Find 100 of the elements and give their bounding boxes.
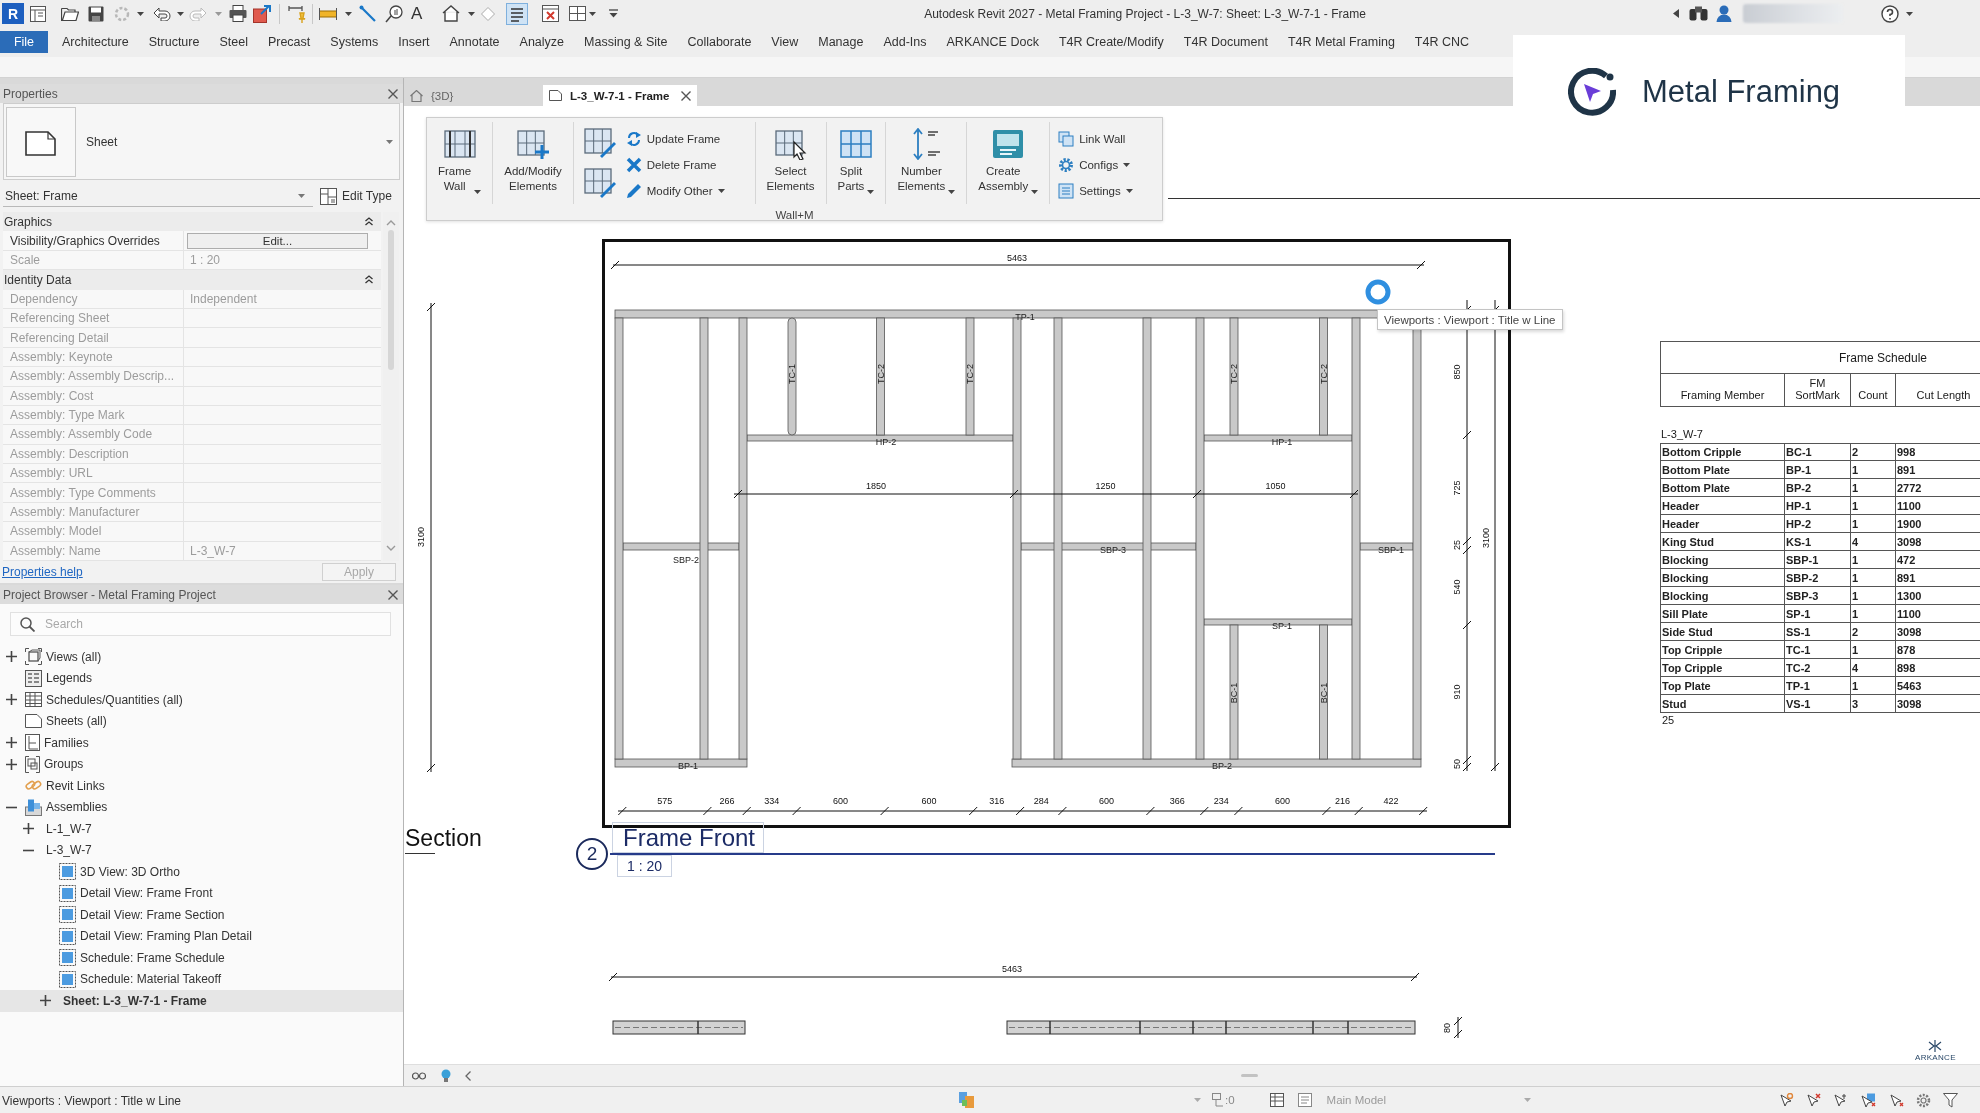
ribbon-tab[interactable]: T4R CNC	[1404, 31, 1480, 53]
tile-windows-icon[interactable]	[569, 6, 587, 21]
tree-item[interactable]: Schedules/Quantities (all)	[46, 692, 183, 707]
close-icon[interactable]	[388, 88, 398, 99]
printer-icon[interactable]	[229, 5, 247, 22]
ruler-icon[interactable]	[319, 7, 337, 20]
ribbon-small-button[interactable]: Link Wall	[1056, 126, 1135, 152]
plus-icon[interactable]	[6, 758, 17, 770]
ribbon-tab[interactable]: Architecture	[52, 31, 139, 53]
ribbon-tab[interactable]: Manage	[808, 31, 874, 53]
home-icon[interactable]	[442, 5, 461, 22]
ribbon-tab[interactable]: View	[761, 31, 809, 53]
ribbon-tab[interactable]: Annotate	[439, 31, 510, 53]
document-tab[interactable]: L-3_W-7-1 - Frame	[543, 85, 698, 106]
plus-icon[interactable]	[40, 995, 51, 1007]
cursor-plus-icon[interactable]	[1833, 1092, 1849, 1108]
ribbon-tab[interactable]: Insert	[388, 31, 440, 53]
tree-item[interactable]: Legends	[46, 671, 93, 686]
help-link[interactable]: Properties help	[2, 565, 83, 579]
binoculars-icon[interactable]	[1689, 6, 1708, 21]
edit-button[interactable]: Edit...	[187, 232, 368, 249]
export-icon[interactable]	[253, 4, 271, 23]
tree-item[interactable]: Assemblies	[46, 800, 108, 815]
ribbon-tab[interactable]: ARKANCE Dock	[936, 31, 1049, 53]
caret-icon[interactable]	[137, 11, 144, 16]
lightbulb-icon[interactable]	[441, 1069, 451, 1082]
window-close-icon[interactable]	[542, 5, 560, 22]
cursor-x-icon[interactable]	[1806, 1092, 1822, 1108]
triangle-left-icon[interactable]	[1673, 9, 1679, 18]
dropdown-icon[interactable]	[609, 9, 619, 18]
magnifier-icon[interactable]	[385, 4, 403, 23]
caret-icon[interactable]	[345, 11, 352, 16]
dimension-pin-icon[interactable]	[288, 4, 306, 23]
ribbon-tab[interactable]: Analyze	[509, 31, 575, 53]
ribbon-small-button[interactable]: Update Frame	[623, 126, 727, 152]
caret-icon[interactable]	[468, 11, 476, 16]
plus-icon[interactable]	[6, 651, 17, 663]
tree-item[interactable]: L-1_W-7	[46, 821, 92, 836]
cursor-corner-x-icon[interactable]	[1889, 1092, 1905, 1108]
view-title[interactable]: Frame Front	[612, 822, 765, 853]
user-icon[interactable]	[1716, 5, 1732, 22]
ribbon-small-button[interactable]: Settings	[1056, 178, 1135, 204]
list-icon[interactable]	[506, 2, 529, 25]
close-icon[interactable]	[388, 589, 398, 600]
tree-item[interactable]: Families	[44, 735, 89, 750]
ribbon-tab[interactable]: Add-Ins	[873, 31, 937, 53]
ribbon-small-button[interactable]: Configs	[1056, 152, 1135, 178]
tree-item[interactable]: Revit Links	[46, 778, 105, 793]
filter-icon[interactable]	[1943, 1092, 1959, 1108]
ribbon-button[interactable]: Select Elements	[755, 122, 826, 204]
ribbon-tab[interactable]: T4R Create/Modify	[1048, 31, 1174, 53]
ribbon-tab[interactable]: Structure	[138, 31, 210, 53]
diagonal-line-icon[interactable]	[359, 4, 377, 23]
list-view-icon[interactable]	[1297, 1093, 1312, 1107]
ribbon-small-button[interactable]: Delete Frame	[623, 152, 727, 178]
ribbon-small-button[interactable]: Modify Other	[623, 178, 727, 204]
ribbon-button[interactable]: Add/Modify Elements	[493, 122, 573, 204]
ribbon-tab[interactable]: Systems	[320, 31, 389, 53]
help-icon[interactable]	[1881, 4, 1899, 23]
glasses-icon[interactable]	[412, 1071, 426, 1080]
ribbon-button[interactable]: Split Parts	[826, 122, 886, 204]
ribbon-tab[interactable]: Massing & Site	[574, 31, 678, 53]
ribbon-tab[interactable]: T4R Metal Framing	[1277, 31, 1405, 53]
undo-icon[interactable]	[153, 6, 171, 21]
app-menu-button[interactable]: R	[2, 3, 24, 24]
ribbon-button[interactable]: Create Assembly	[967, 122, 1050, 204]
grid-view-icon[interactable]	[1269, 1093, 1284, 1107]
document-tab[interactable]: {3D}	[404, 85, 540, 106]
tree-item[interactable]: Detail View: Framing Plan Detail	[80, 929, 252, 944]
tree-item[interactable]: Detail View: Frame Section	[80, 907, 225, 922]
tree-item[interactable]: 3D View: 3D Ortho	[80, 864, 180, 879]
gear-icon[interactable]	[1916, 1092, 1932, 1108]
save-icon[interactable]	[88, 5, 104, 22]
tree-item[interactable]: Views (all)	[46, 649, 102, 664]
instance-dropdown[interactable]: Sheet: Frame	[3, 185, 313, 207]
type-selector[interactable]: Sheet	[3, 103, 400, 180]
plus-icon[interactable]	[23, 823, 34, 835]
tree-item[interactable]: Schedule: Material Takeoff	[80, 972, 221, 987]
chevron-left-icon[interactable]	[465, 1070, 471, 1081]
panel-window-icon[interactable]	[30, 5, 46, 22]
ribbon-tab[interactable]: File	[0, 31, 48, 53]
collapse-icon[interactable]	[365, 217, 373, 227]
plus-icon[interactable]	[6, 694, 17, 706]
plus-icon[interactable]	[6, 737, 17, 749]
text-tool-button[interactable]: A	[410, 3, 424, 24]
caret-icon[interactable]	[177, 11, 184, 16]
tree-item[interactable]: L-3_W-7	[46, 843, 92, 858]
tree-item[interactable]: Detail View: Frame Front	[80, 886, 213, 901]
ribbon-tab[interactable]: Precast	[257, 31, 321, 53]
close-tab-icon[interactable]	[681, 90, 692, 101]
edit-type-button[interactable]: Edit Type	[318, 187, 394, 205]
tree-item[interactable]: Sheets (all)	[46, 714, 107, 729]
ribbon-button[interactable]: Number Elements	[886, 122, 967, 204]
caret-icon[interactable]	[589, 11, 597, 16]
ribbon-tab[interactable]: T4R Document	[1173, 31, 1278, 53]
caret-icon[interactable]	[1906, 11, 1913, 16]
tree-item[interactable]: Groups	[44, 757, 84, 772]
collapse-icon[interactable]	[365, 275, 373, 285]
search-field[interactable]: Search	[10, 612, 391, 636]
caret-icon[interactable]	[298, 193, 305, 198]
